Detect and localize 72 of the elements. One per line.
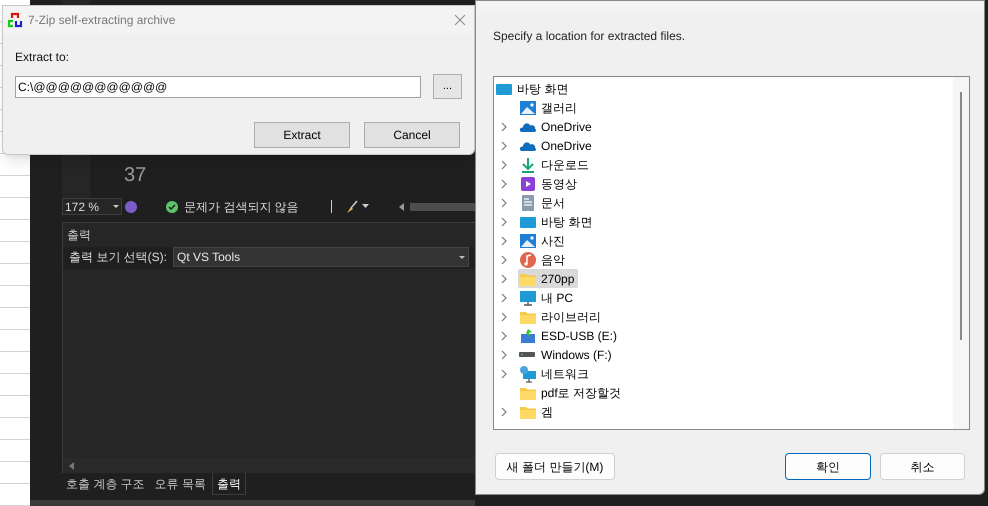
panel-tab[interactable]: 호출 계층 구조 xyxy=(62,473,149,495)
chevron-icon[interactable] xyxy=(500,160,508,170)
scrollbar-thumb[interactable] xyxy=(410,202,475,210)
tree-item[interactable]: 동영상 xyxy=(518,174,581,193)
broom-icon[interactable] xyxy=(344,200,359,214)
panel-title: 출력 xyxy=(66,227,92,244)
tree-item[interactable]: 네트워크 xyxy=(518,364,593,383)
field-label: Extract to: xyxy=(15,49,70,66)
tree-item[interactable]: Windows (F:) xyxy=(518,345,616,364)
tree-item[interactable]: OneDrive xyxy=(518,117,596,136)
chevron-icon[interactable] xyxy=(500,368,508,378)
vertical-scrollbar[interactable] xyxy=(953,77,969,429)
dialog-button[interactable]: Extract xyxy=(254,122,350,148)
document-icon xyxy=(519,194,537,212)
tree-item[interactable]: OneDrive xyxy=(518,136,596,155)
drive-icon xyxy=(519,352,535,357)
download-icon xyxy=(519,156,537,174)
tree-item[interactable]: ESD-USB (E:) xyxy=(518,326,622,345)
panel-tab[interactable]: 오류 목록 xyxy=(150,473,210,495)
horizontal-scrollbar[interactable] xyxy=(63,458,475,473)
tree-item[interactable]: 갤러리 xyxy=(518,98,581,117)
path-field[interactable]: C:\@@@@@@@@@@@ xyxy=(15,76,421,98)
tree-item[interactable]: 라이브러리 xyxy=(518,307,605,326)
tree-item[interactable]: 다운로드 xyxy=(518,155,593,174)
tree-item[interactable]: 내 PC xyxy=(518,288,578,307)
line-number: 37 xyxy=(124,163,146,188)
scroll-left-icon[interactable] xyxy=(398,202,404,210)
new-folder-button[interactable]: 새 폴더 만들기(M) xyxy=(495,453,615,480)
chevron-icon[interactable] xyxy=(500,312,508,322)
tree-item[interactable]: 문서 xyxy=(518,193,569,212)
scroll-left-icon[interactable] xyxy=(69,462,74,470)
panel-tab[interactable]: 출력 xyxy=(212,473,246,495)
app-logo-icon xyxy=(7,12,23,28)
chevron-icon[interactable] xyxy=(500,350,508,360)
drive-icon xyxy=(519,326,537,344)
tree-item[interactable]: 음악 xyxy=(518,250,569,269)
check-icon xyxy=(166,200,178,212)
chevron-icon[interactable] xyxy=(500,254,508,264)
tree-item[interactable]: 겜 xyxy=(518,402,557,421)
issues-status: 문제가 검색되지 않음 xyxy=(184,198,299,216)
chevron-icon[interactable] xyxy=(500,406,508,416)
instruction-text: Specify a location for extracted files. xyxy=(493,28,686,45)
picture-icon xyxy=(519,232,537,250)
picture-icon xyxy=(519,98,537,116)
dialog-button[interactable]: 확인 xyxy=(785,453,871,480)
tree-item[interactable]: 270pp xyxy=(518,269,578,288)
chevron-icon[interactable] xyxy=(500,274,508,284)
browse-button[interactable]: ... xyxy=(432,74,462,99)
chevron-icon[interactable] xyxy=(500,198,508,208)
close-icon[interactable] xyxy=(454,14,466,26)
source-dropdown[interactable]: Qt VS Tools xyxy=(173,247,469,267)
network-icon xyxy=(519,364,537,382)
chevron-icon[interactable] xyxy=(500,330,508,340)
window-title: 7-Zip self-extracting archive xyxy=(28,12,176,29)
chevron-icon[interactable] xyxy=(500,292,508,302)
tree-item[interactable]: 바탕 화면 xyxy=(517,80,568,98)
zoom-dropdown[interactable]: 172 % xyxy=(62,198,122,215)
caret-icon[interactable] xyxy=(362,204,369,209)
tree-item[interactable]: pdf로 저장할것 xyxy=(518,383,626,402)
chevron-icon[interactable] xyxy=(500,216,508,226)
dialog-button[interactable]: Cancel xyxy=(364,122,460,148)
chevron-icon[interactable] xyxy=(500,178,508,188)
tree-item[interactable]: 사진 xyxy=(518,231,569,250)
chevron-icon[interactable] xyxy=(500,122,508,132)
tree-item[interactable]: 바탕 화면 xyxy=(518,212,596,231)
chevron-icon[interactable] xyxy=(500,140,508,150)
monitor-icon xyxy=(519,288,537,306)
dialog-button[interactable]: 취소 xyxy=(880,453,965,480)
music-icon xyxy=(519,250,537,268)
chevron-icon[interactable] xyxy=(500,236,508,246)
film-icon xyxy=(519,174,537,192)
source-label: 출력 보기 선택(S): xyxy=(69,249,167,266)
